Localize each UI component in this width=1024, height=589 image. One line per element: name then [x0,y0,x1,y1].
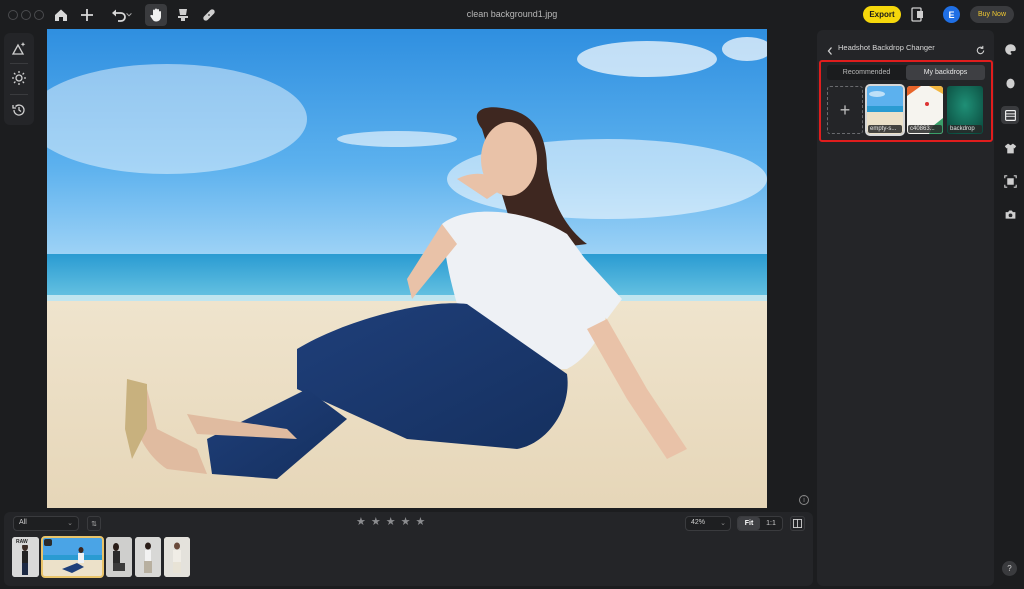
tab-my-backdrops[interactable]: My backdrops [906,65,985,80]
tab-recommended[interactable]: Recommended [827,65,906,80]
toolbar-divider [10,94,28,95]
title-bar: clean background1.jpg Export E Buy Now [0,0,1024,30]
filmstrip: RAW [12,536,190,578]
thumbnail[interactable] [106,537,132,577]
rating-stars[interactable]: ★ ★ ★ ★ ★ [356,517,425,528]
backdrop-label: backdrop [948,125,982,133]
star-icon[interactable]: ★ [356,517,366,528]
clothing-icon[interactable] [1001,139,1019,157]
thumbnail[interactable] [164,537,190,577]
backdrop-label: empty-s... [868,125,902,133]
toolbar-divider [10,63,28,64]
crop-frame-icon[interactable] [1001,172,1019,190]
app-window: clean background1.jpg Export E Buy Now i… [0,0,1024,589]
back-chevron-icon[interactable] [826,43,834,55]
zoom-dropdown[interactable]: 42% ⌄ [685,516,731,531]
star-icon[interactable]: ★ [371,517,381,528]
left-toolbar [4,33,34,125]
zoom-value: 42% [691,519,706,526]
fit-button[interactable]: Fit [738,517,760,530]
actual-size-button[interactable]: 1:1 [760,517,782,530]
share-panel-icon[interactable] [911,7,925,22]
star-icon[interactable]: ★ [386,517,396,528]
thumbnail[interactable]: RAW [12,537,39,577]
compare-view-icon[interactable] [790,516,805,531]
camera-icon[interactable] [1001,205,1019,223]
face-retouch-icon[interactable] [1001,74,1019,92]
panel-title: Headshot Backdrop Changer [838,43,935,52]
ai-edit-icon[interactable] [11,40,27,56]
backdrop-tool-icon[interactable] [1001,106,1019,124]
info-icon[interactable]: i [799,495,809,505]
buy-now-button[interactable]: Buy Now [970,6,1014,23]
sort-icon[interactable]: ⇅ [87,516,101,531]
filter-value: All [19,519,27,526]
star-icon[interactable]: ★ [401,517,411,528]
help-button[interactable]: ? [1002,561,1017,576]
export-button[interactable]: Export [863,6,901,23]
avatar[interactable]: E [943,6,960,23]
backdrop-tile[interactable]: backdrop [947,86,983,134]
backdrop-tile[interactable]: empty-s... [865,84,905,136]
add-backdrop-button[interactable]: + [827,86,863,134]
raw-badge: RAW [14,539,30,545]
chevron-down-icon: ⌄ [67,520,73,527]
backdrop-tile[interactable]: c40863... [907,86,943,134]
star-icon[interactable]: ★ [416,517,426,528]
adjust-sun-icon[interactable] [11,70,27,86]
thumbnail[interactable] [135,537,161,577]
filter-dropdown[interactable]: All ⌄ [13,516,79,531]
chevron-down-icon: ⌄ [720,520,726,527]
filmstrip-bar: All ⌄ ⇅ ★ ★ ★ ★ ★ 42% ⌄ Fit 1:1 RAW [4,512,813,586]
backdrop-label: c40863... [908,125,942,133]
canvas-area[interactable]: i [40,29,813,509]
palette-icon[interactable] [1001,40,1019,58]
history-icon[interactable] [11,102,27,118]
zoom-mode-group: Fit 1:1 [737,516,783,531]
edited-badge-icon [44,539,52,546]
edited-photo[interactable] [47,29,767,508]
thumbnail-selected[interactable] [41,536,104,578]
backdrop-tabs: Recommended My backdrops [827,65,985,80]
reset-icon[interactable] [975,43,986,55]
backdrop-changer-panel: Headshot Backdrop Changer Recommended My… [817,30,994,586]
